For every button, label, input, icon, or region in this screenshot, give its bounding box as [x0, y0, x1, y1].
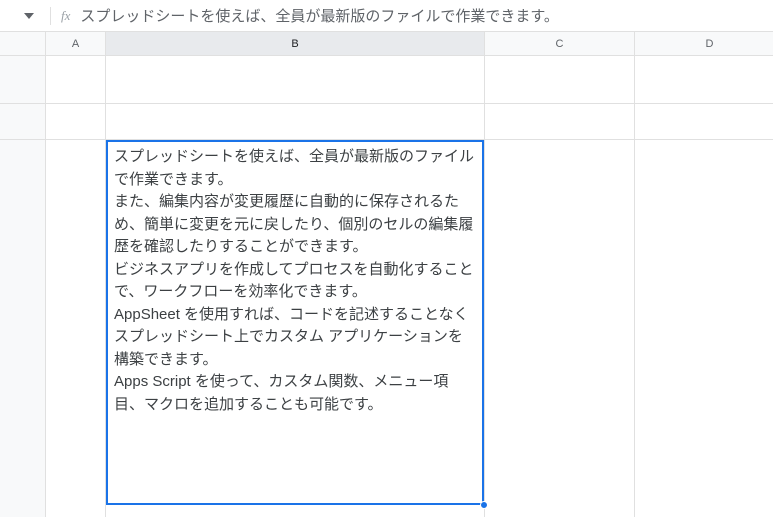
row-header[interactable]: [0, 104, 46, 140]
formula-bar: fx スプレッドシートを使えば、全員が最新版のファイルで作業できます。: [0, 0, 773, 32]
cell[interactable]: [106, 104, 485, 140]
cell[interactable]: [485, 56, 635, 104]
cell[interactable]: [46, 56, 106, 104]
cell[interactable]: [485, 104, 635, 140]
col-header-D[interactable]: D: [635, 32, 773, 56]
selection-handle[interactable]: [480, 501, 488, 509]
cell[interactable]: [46, 140, 106, 517]
col-header-B[interactable]: B: [106, 32, 485, 56]
cell[interactable]: [485, 140, 635, 517]
cell[interactable]: [106, 56, 485, 104]
cell[interactable]: [46, 104, 106, 140]
col-header-C[interactable]: C: [485, 32, 635, 56]
col-header-A[interactable]: A: [46, 32, 106, 56]
separator: [50, 7, 51, 25]
row-header[interactable]: [0, 56, 46, 104]
active-cell-B[interactable]: スプレッドシートを使えば、全員が最新版のファイルで作業できます。 また、編集内容…: [106, 140, 484, 505]
cell[interactable]: [635, 140, 773, 517]
select-all-corner[interactable]: [0, 32, 46, 56]
cell[interactable]: [635, 56, 773, 104]
formula-bar-content[interactable]: スプレッドシートを使えば、全員が最新版のファイルで作業できます。: [80, 5, 559, 26]
column-headers: A B C D: [0, 32, 773, 56]
spreadsheet-grid: A B C D: [0, 32, 773, 517]
name-box-dropdown[interactable]: [18, 13, 40, 19]
chevron-down-icon: [24, 13, 34, 19]
cell[interactable]: [635, 104, 773, 140]
row-header[interactable]: [0, 140, 46, 517]
fx-label: fx: [61, 8, 70, 24]
